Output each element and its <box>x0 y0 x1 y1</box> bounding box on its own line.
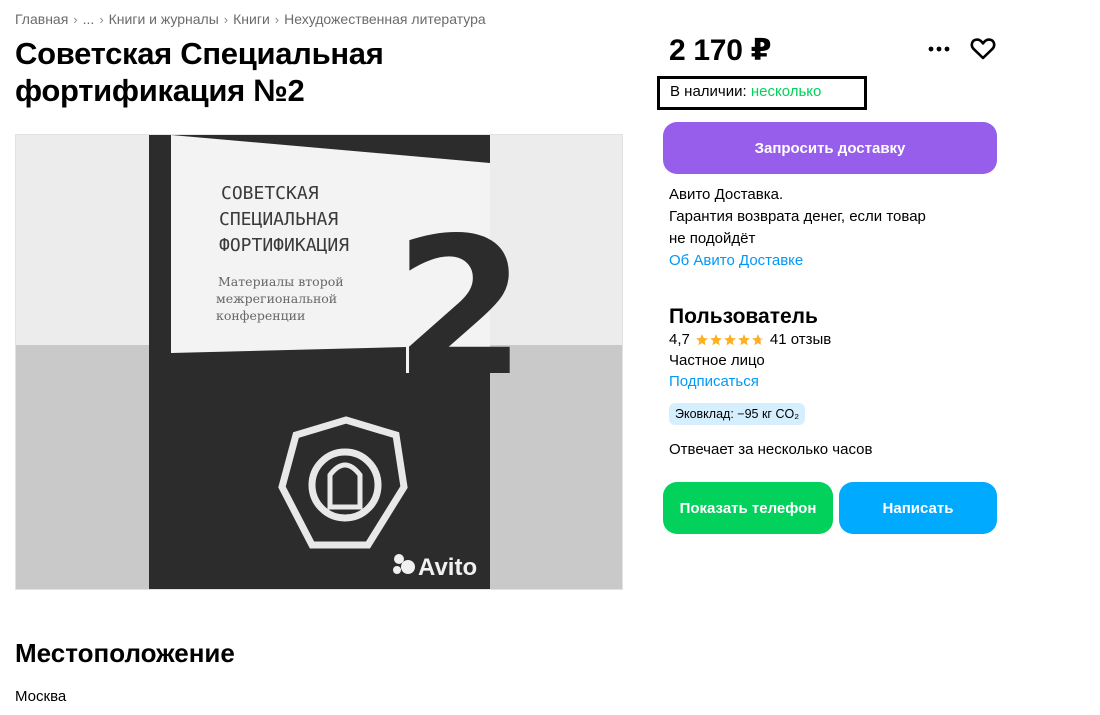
breadcrumb-nonfiction[interactable]: Нехудожественная литература <box>284 11 486 27</box>
location-city: Москва <box>15 688 67 705</box>
reviews-link[interactable]: 41 отзыв <box>770 331 831 348</box>
seller-type: Частное лицо <box>669 352 765 369</box>
stock-value: несколько <box>750 83 822 100</box>
page-title: Советская Специальная фортификация №2 <box>15 36 384 108</box>
star-icon <box>738 333 750 345</box>
more-icon[interactable] <box>924 34 954 64</box>
book-title-line-3: ФОРТИФИКАЦИЯ <box>219 235 349 256</box>
chevron-right-icon: › <box>274 11 280 27</box>
star-half-icon <box>752 333 764 345</box>
delivery-info-line-2: Гарантия возврата денег, если товар <box>669 208 926 225</box>
star-icon <box>724 333 736 345</box>
chevron-right-icon: › <box>223 11 229 27</box>
price: 2 170 ₽ <box>669 34 772 67</box>
stock-status: В наличии: несколько <box>657 76 867 110</box>
rating-stars <box>695 333 765 347</box>
book-subtitle-line-1: Материалы второй <box>218 274 344 289</box>
stock-label: В наличии: <box>670 83 747 100</box>
avito-watermark-text: Avito <box>418 554 477 581</box>
delivery-info-line-3: не подойдёт <box>669 230 756 247</box>
chevron-right-icon: › <box>99 11 104 27</box>
book-subtitle-line-3: конференции <box>216 308 305 323</box>
rating-value: 4,7 <box>669 331 690 348</box>
delivery-info-line-1: Авито Доставка. <box>669 186 784 203</box>
show-phone-button[interactable]: Показать телефон <box>663 482 833 534</box>
seller-reply-time: Отвечает за несколько часов <box>669 441 873 458</box>
breadcrumb-home[interactable]: Главная <box>15 11 68 27</box>
star-icon <box>710 333 722 345</box>
request-delivery-button[interactable]: Запросить доставку <box>663 122 997 174</box>
about-delivery-link[interactable]: Об Авито Доставке <box>669 250 969 272</box>
book-title-line-2: СПЕЦИАЛЬНАЯ <box>219 209 338 230</box>
breadcrumb-ellipsis[interactable]: ... <box>83 11 95 27</box>
delivery-info: Авито Доставка. Гарантия возврата денег,… <box>669 184 969 272</box>
write-message-button[interactable]: Написать <box>839 482 997 534</box>
seller-name[interactable]: Пользователь <box>669 305 818 329</box>
breadcrumb-books[interactable]: Книги <box>233 11 270 27</box>
star-icon <box>696 333 708 345</box>
seller-rating: 4,7 41 отзыв <box>669 331 831 348</box>
breadcrumb: Главная › ... › Книги и журналы › Книги … <box>15 11 486 27</box>
breadcrumb-books-and-magazines[interactable]: Книги и журналы <box>109 11 219 27</box>
subscribe-link[interactable]: Подписаться <box>669 373 759 390</box>
product-image[interactable]: 2 СОВЕТСКАЯ СПЕЦИАЛЬНАЯ ФОРТИФИКАЦИЯ Мат… <box>15 134 623 590</box>
chevron-right-icon: › <box>73 11 78 27</box>
eco-contribution-badge[interactable]: Эковклад: −95 кг CO₂ <box>669 403 806 425</box>
book-subtitle-line-2: межрегиональной <box>216 291 337 306</box>
heart-icon[interactable] <box>968 34 998 64</box>
book-number: 2 <box>394 197 526 418</box>
location-section-title: Местоположение <box>15 638 235 668</box>
book-title-line-1: СОВЕТСКАЯ <box>221 183 319 204</box>
book-cover-photo: 2 СОВЕТСКАЯ СПЕЦИАЛЬНАЯ ФОРТИФИКАЦИЯ Мат… <box>16 135 622 589</box>
